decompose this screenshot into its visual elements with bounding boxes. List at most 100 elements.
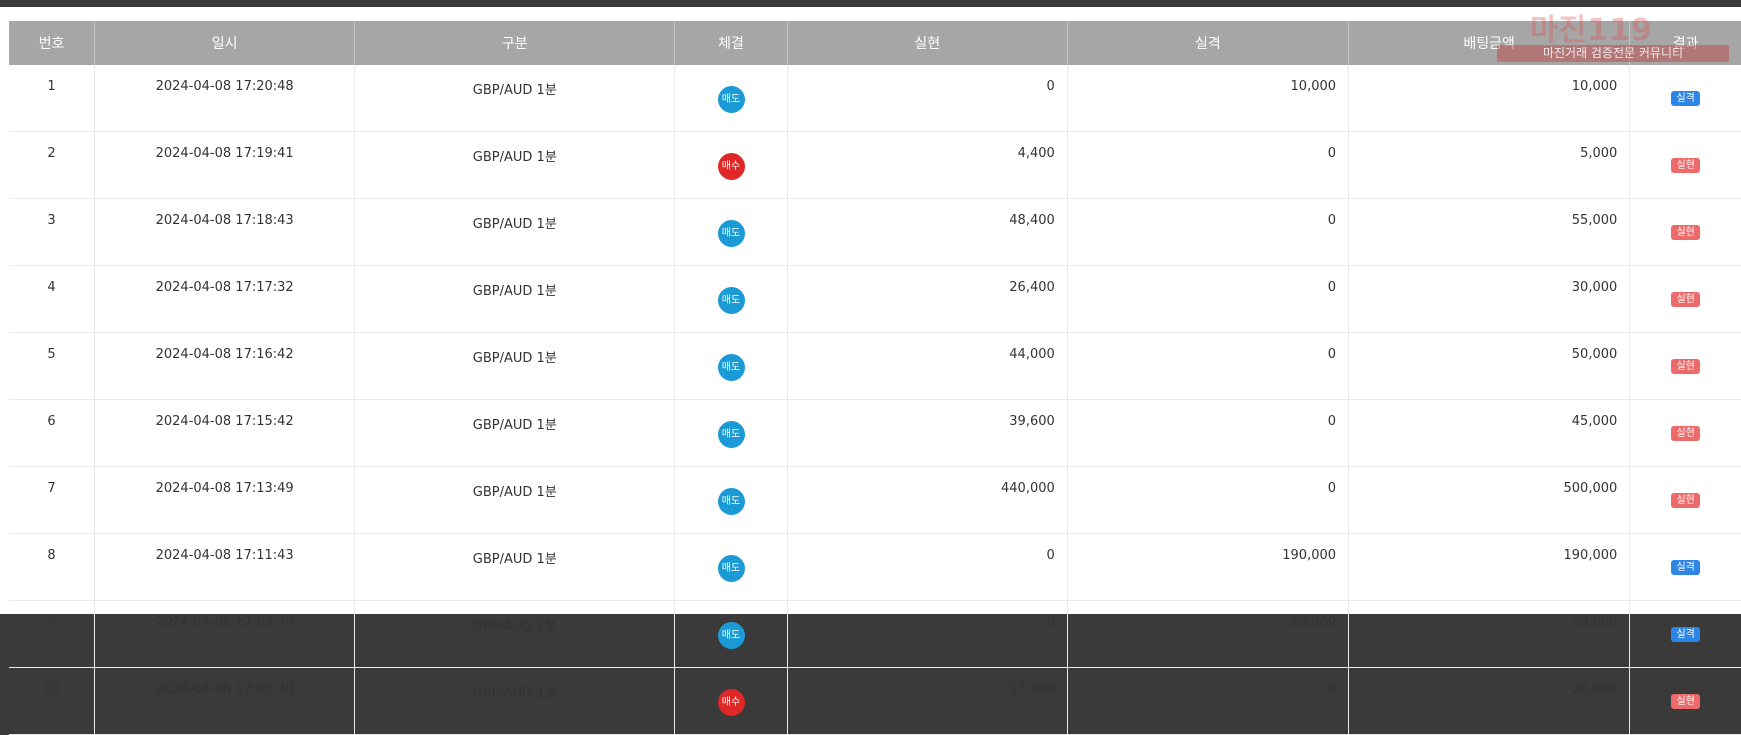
cell-time: 2024-04-08 17:19:41 <box>94 131 356 199</box>
result-badge: 실격 <box>1671 91 1700 106</box>
cell-lost: 0 <box>1067 131 1350 199</box>
cell-bet: 190,000 <box>1348 533 1631 601</box>
cell-lost: 0 <box>1067 198 1350 266</box>
col-header-lost[interactable]: 실격 <box>1067 21 1350 65</box>
cell-lost: 10,000 <box>1067 65 1350 132</box>
cell-no: 6 <box>9 399 96 467</box>
table-row[interactable]: 3 2024-04-08 17:18:43 GBP/AUD 1분 매도 48,400 0 5… <box>9 198 1741 266</box>
cell-realized: 4,400 <box>787 131 1068 199</box>
col-header-time[interactable]: 일시 <box>94 21 356 65</box>
cell-lost: 0 <box>1067 265 1350 333</box>
cell-realized: 0 <box>787 600 1068 668</box>
cell-realized: 0 <box>787 533 1068 601</box>
result-badge: 실현 <box>1671 694 1700 709</box>
table-row[interactable]: 1 2024-04-08 17:20:48 GBP/AUD 1분 매도 0 10,000 1… <box>9 65 1741 132</box>
cell-time: 2024-04-08 17:17:32 <box>94 265 356 333</box>
cell-side: 매도 <box>674 600 788 668</box>
result-badge: 실현 <box>1671 225 1700 240</box>
cell-lost: 0 <box>1067 667 1350 735</box>
cell-realized: 0 <box>787 65 1068 132</box>
cell-side: 매도 <box>674 332 788 400</box>
cell-no: 7 <box>9 466 96 534</box>
cell-side: 매수 <box>674 667 788 735</box>
cell-result: 실현 <box>1629 399 1741 467</box>
sell-indicator: 매도 <box>717 487 745 515</box>
table-header-row: 번호 일시 구분 체결 실현 실격 배팅금액 결과 <box>9 21 1741 65</box>
cell-type: GBP/AUD 1분 <box>354 399 676 467</box>
cell-no: 9 <box>9 600 96 668</box>
cell-side: 매도 <box>674 198 788 266</box>
cell-type: GBP/AUD 1분 <box>354 65 676 132</box>
cell-type: GBP/AUD 1분 <box>354 131 676 199</box>
sell-indicator: 매도 <box>717 420 745 448</box>
table-row[interactable]: 7 2024-04-08 17:13:49 GBP/AUD 1분 매도 440,000 0… <box>9 466 1741 534</box>
cell-bet: 50,000 <box>1348 332 1631 400</box>
result-badge: 실현 <box>1671 359 1700 374</box>
cell-time: 2024-04-08 17:16:42 <box>94 332 356 400</box>
result-badge: 실격 <box>1671 627 1700 642</box>
cell-side: 매도 <box>674 399 788 467</box>
cell-realized: 48,400 <box>787 198 1068 266</box>
cell-type: GBP/AUD 1분 <box>354 600 676 668</box>
cell-type: GBP/AUD 1분 <box>354 198 676 266</box>
table-row[interactable]: 10 2024-04-08 17:08:40 GBP/AUD 1분 매수 17,600 0… <box>9 667 1741 735</box>
cell-result: 실현 <box>1629 667 1741 735</box>
col-header-no[interactable]: 번호 <box>9 21 96 65</box>
cell-no: 10 <box>9 667 96 735</box>
cell-no: 4 <box>9 265 96 333</box>
cell-type: GBP/AUD 1분 <box>354 332 676 400</box>
cell-result: 실현 <box>1629 131 1741 199</box>
cell-side: 매도 <box>674 533 788 601</box>
cell-side: 매수 <box>674 131 788 199</box>
cell-realized: 17,600 <box>787 667 1068 735</box>
table-row[interactable]: 2 2024-04-08 17:19:41 GBP/AUD 1분 매수 4,400 0 5,… <box>9 131 1741 199</box>
cell-bet: 20,000 <box>1348 600 1631 668</box>
cell-result: 실격 <box>1629 533 1741 601</box>
cell-bet: 55,000 <box>1348 198 1631 266</box>
result-badge: 실현 <box>1671 426 1700 441</box>
table-row[interactable]: 6 2024-04-08 17:15:42 GBP/AUD 1분 매도 39,600 0 4… <box>9 399 1741 467</box>
sell-indicator: 매도 <box>717 621 745 649</box>
sell-indicator: 매도 <box>717 554 745 582</box>
trade-history-table: 번호 일시 구분 체결 실현 실격 배팅금액 결과 1 2024-04-08 17… <box>9 21 1741 735</box>
cell-bet: 30,000 <box>1348 265 1631 333</box>
sell-indicator: 매도 <box>717 286 745 314</box>
cell-lost: 20,000 <box>1067 600 1350 668</box>
table-row[interactable]: 5 2024-04-08 17:16:42 GBP/AUD 1분 매도 44,000 0 5… <box>9 332 1741 400</box>
cell-side: 매도 <box>674 265 788 333</box>
cell-realized: 440,000 <box>787 466 1068 534</box>
cell-side: 매도 <box>674 466 788 534</box>
cell-bet: 20,000 <box>1348 667 1631 735</box>
cell-result: 실격 <box>1629 600 1741 668</box>
cell-time: 2024-04-08 17:18:43 <box>94 198 356 266</box>
col-header-type[interactable]: 구분 <box>354 21 676 65</box>
table-row[interactable]: 9 2024-04-08 17:09:40 GBP/AUD 1분 매도 0 20,000 2… <box>9 600 1741 668</box>
cell-result: 실현 <box>1629 265 1741 333</box>
col-header-realized[interactable]: 실현 <box>787 21 1068 65</box>
cell-lost: 0 <box>1067 399 1350 467</box>
result-badge: 실현 <box>1671 292 1700 307</box>
cell-time: 2024-04-08 17:11:43 <box>94 533 356 601</box>
cell-result: 실현 <box>1629 198 1741 266</box>
cell-side: 매도 <box>674 65 788 132</box>
cell-time: 2024-04-08 17:13:49 <box>94 466 356 534</box>
cell-lost: 0 <box>1067 466 1350 534</box>
cell-no: 3 <box>9 198 96 266</box>
cell-bet: 5,000 <box>1348 131 1631 199</box>
result-badge: 실현 <box>1671 158 1700 173</box>
table-row[interactable]: 8 2024-04-08 17:11:43 GBP/AUD 1분 매도 0 190,000… <box>9 533 1741 601</box>
col-header-side[interactable]: 체결 <box>674 21 788 65</box>
cell-type: GBP/AUD 1분 <box>354 533 676 601</box>
cell-bet: 45,000 <box>1348 399 1631 467</box>
buy-indicator: 매수 <box>717 152 745 180</box>
cell-realized: 26,400 <box>787 265 1068 333</box>
cell-time: 2024-04-08 17:09:40 <box>94 600 356 668</box>
buy-indicator: 매수 <box>717 688 745 716</box>
cell-bet: 10,000 <box>1348 65 1631 132</box>
cell-time: 2024-04-08 17:15:42 <box>94 399 356 467</box>
cell-bet: 500,000 <box>1348 466 1631 534</box>
table-row[interactable]: 4 2024-04-08 17:17:32 GBP/AUD 1분 매도 26,400 0 3… <box>9 265 1741 333</box>
result-badge: 실격 <box>1671 560 1700 575</box>
cell-result: 실격 <box>1629 65 1741 132</box>
sell-indicator: 매도 <box>717 219 745 247</box>
